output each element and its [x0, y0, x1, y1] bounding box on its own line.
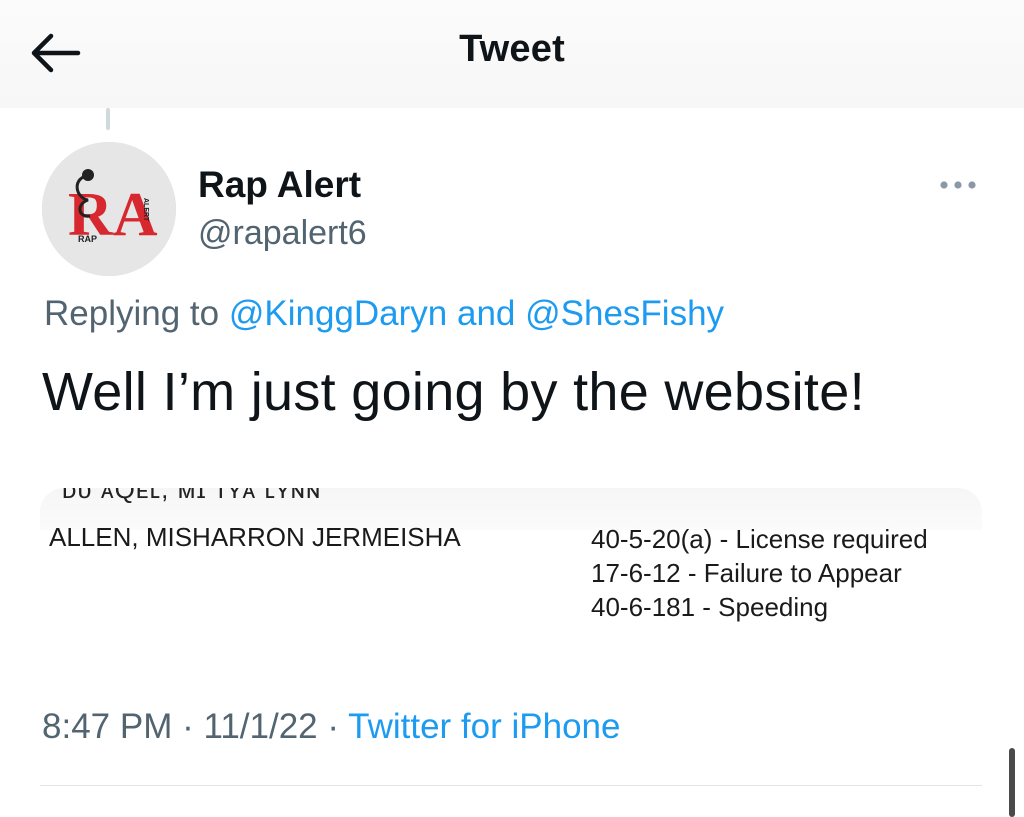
- tweet-time[interactable]: 8:47 PM: [42, 707, 172, 746]
- tweet-date[interactable]: 11/1/22: [203, 707, 317, 746]
- tweet-detail-screen: Tweet RA RAP ALERT Rap Alert @rapalert6 …: [0, 0, 1024, 817]
- more-horizontal-icon: [940, 181, 976, 189]
- page-title: Tweet: [459, 28, 565, 70]
- charge-item: 40-5-20(a) - License required: [591, 524, 928, 554]
- meta-separator: ·: [172, 707, 204, 746]
- charge-item: 40-6-181 - Speeding: [591, 592, 829, 622]
- rap-alert-logo: RA RAP ALERT: [42, 142, 176, 276]
- replying-to-line: Replying to @KinggDaryn and @ShesFishy: [44, 294, 724, 334]
- record-name: ALLEN, MISHARRON JERMEISHA: [49, 522, 461, 552]
- svg-text:ALERT: ALERT: [142, 198, 149, 222]
- mention-conjunction: and: [447, 294, 526, 333]
- charge-item: 17-6-12 - Failure to Appear: [591, 558, 902, 588]
- svg-text:RAP: RAP: [78, 234, 97, 244]
- divider: [40, 785, 982, 786]
- tweet-media-image[interactable]: ᴅᴜ ᴀQᴇʟ, ᴍɪ ᴛʏᴀ ʟʏɴɴ ALLEN, MISHARRON JE…: [40, 488, 982, 638]
- avatar[interactable]: RA RAP ALERT: [42, 142, 176, 276]
- mention-link-kinggdaryn[interactable]: @KinggDaryn: [229, 294, 447, 333]
- thread-connector-line: [106, 108, 110, 130]
- meta-separator: ·: [317, 707, 349, 746]
- more-options-button[interactable]: [936, 172, 980, 198]
- author-handle[interactable]: @rapalert6: [198, 214, 367, 253]
- tweet-meta-line: 8:47 PM · 11/1/22 · Twitter for iPhone: [42, 707, 620, 747]
- replying-to-prefix: Replying to: [44, 294, 229, 333]
- mention-link-shesfishy[interactable]: @ShesFishy: [525, 294, 724, 333]
- top-nav-bar: Tweet: [0, 0, 1024, 108]
- scrollbar[interactable]: [1009, 748, 1015, 817]
- cut-off-record-row: ᴅᴜ ᴀQᴇʟ, ᴍɪ ᴛʏᴀ ʟʏɴɴ: [62, 488, 322, 504]
- tweet-text: Well I’m just going by the website!: [42, 362, 865, 422]
- charges-list: 40-5-20(a) - License required 17-6-12 - …: [591, 522, 928, 624]
- tweet-source-link[interactable]: Twitter for iPhone: [348, 707, 620, 746]
- author-display-name[interactable]: Rap Alert: [198, 164, 361, 206]
